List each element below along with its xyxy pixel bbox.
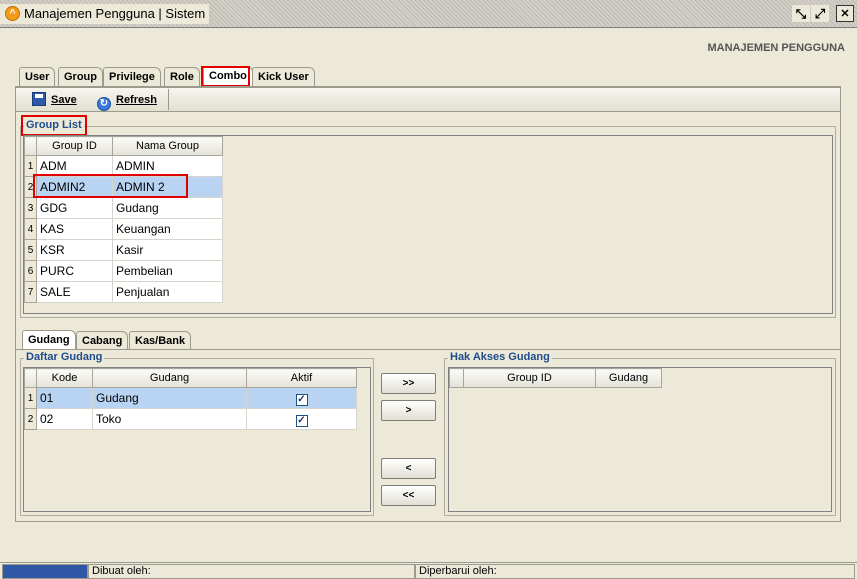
row-number: 1 — [24, 387, 37, 409]
restore-icon[interactable]: ⤡ — [792, 5, 810, 22]
column-header[interactable]: Kode — [36, 368, 93, 388]
daftar-gudang-grid: Kode Gudang Aktif 1 01 Gudang ✓ 2 02 Tok… — [23, 367, 371, 512]
daftar-gudang-title: Daftar Gudang — [24, 351, 105, 363]
page-heading: MANAJEMEN PENGGUNA — [707, 42, 845, 54]
table-row[interactable]: 6 PURC Pembelian — [24, 260, 223, 282]
updated-by-label: Diperbarui oleh: — [415, 564, 855, 579]
group-name-cell[interactable]: Kasir — [112, 239, 223, 261]
kode-cell[interactable]: 02 — [36, 408, 93, 430]
save-icon — [32, 92, 46, 106]
column-header[interactable]: Aktif — [246, 368, 357, 388]
aktif-cell: ✓ — [246, 387, 357, 409]
gudang-table-header: Kode Gudang Aktif — [24, 368, 357, 388]
tab-cabang[interactable]: Cabang — [76, 331, 129, 350]
remove-one-button[interactable]: < — [381, 458, 436, 479]
save-button[interactable]: Save — [32, 90, 77, 110]
group-table: Group ID Nama Group 1 ADM ADMIN 2 ADMIN2… — [24, 136, 223, 303]
tab-group[interactable]: Group — [58, 67, 103, 86]
aktif-checkbox[interactable]: ✓ — [295, 393, 308, 406]
toolbar-separator — [168, 89, 169, 110]
group-list-highlight — [21, 115, 87, 136]
group-id-cell[interactable]: KSR — [36, 239, 113, 261]
tab-privilege[interactable]: Privilege — [103, 67, 161, 86]
table-row[interactable]: 3 GDG Gudang — [24, 197, 223, 219]
tab-gudang[interactable]: Gudang — [22, 330, 76, 350]
column-header[interactable]: Group ID — [36, 136, 113, 156]
hak-akses-table: Group ID Gudang — [449, 368, 662, 388]
tab-user[interactable]: User — [19, 67, 56, 86]
add-one-button[interactable]: > — [381, 400, 436, 421]
group-id-cell[interactable]: KAS — [36, 218, 113, 240]
close-icon[interactable]: ✕ — [836, 5, 854, 22]
row-number: 6 — [24, 260, 37, 282]
row-number-header — [24, 368, 37, 388]
group-id-cell[interactable]: GDG — [36, 197, 113, 219]
table-row[interactable]: 7 SALE Penjualan — [24, 281, 223, 303]
column-header[interactable]: Gudang — [595, 368, 662, 388]
group-id-cell[interactable]: SALE — [36, 281, 113, 303]
aktif-checkbox[interactable]: ✓ — [295, 414, 308, 427]
row-number-header — [449, 368, 464, 388]
row-number: 7 — [24, 281, 37, 303]
row-number: 5 — [24, 239, 37, 261]
column-header[interactable]: Gudang — [92, 368, 247, 388]
hak-akses-grid: Group ID Gudang — [448, 367, 832, 512]
window-title: Manajemen Pengguna | Sistem — [0, 4, 210, 24]
column-header[interactable]: Group ID — [463, 368, 596, 388]
tab-role[interactable]: Role — [164, 67, 200, 86]
remove-all-button[interactable]: << — [381, 485, 436, 506]
created-by-label: Dibuat oleh: — [88, 564, 415, 579]
hak-akses-title: Hak Akses Gudang — [448, 351, 552, 363]
gudang-table: Kode Gudang Aktif 1 01 Gudang ✓ 2 02 Tok… — [24, 368, 357, 430]
table-row[interactable]: 5 KSR Kasir — [24, 239, 223, 261]
group-list-grid: Group ID Nama Group 1 ADM ADMIN 2 ADMIN2… — [23, 135, 833, 314]
row-number: 2 — [24, 408, 37, 430]
table-row[interactable]: 4 KAS Keuangan — [24, 218, 223, 240]
row-number-header — [24, 136, 37, 156]
group-name-cell[interactable]: Pembelian — [112, 260, 223, 282]
group-table-header: Group ID Nama Group — [24, 136, 223, 156]
group-name-cell[interactable]: Keuangan — [112, 218, 223, 240]
kode-cell[interactable]: 01 — [36, 387, 93, 409]
status-progress — [2, 564, 88, 579]
gudang-cell[interactable]: Toko — [92, 408, 247, 430]
status-separator — [0, 562, 857, 563]
group-name-cell[interactable]: Penjualan — [112, 281, 223, 303]
row-number: 3 — [24, 197, 37, 219]
table-row-selected[interactable]: 1 01 Gudang ✓ — [24, 387, 357, 409]
selected-row-highlight — [33, 174, 188, 198]
tab-kick-user[interactable]: Kick User — [252, 67, 315, 86]
combo-tab-highlight — [201, 66, 250, 87]
maximize-icon[interactable]: ⤢ — [811, 5, 829, 22]
sub-tab-line — [16, 349, 840, 350]
table-row[interactable]: 2 02 Toko ✓ — [24, 408, 357, 430]
aktif-cell: ✓ — [246, 408, 357, 430]
tab-kas-bank[interactable]: Kas/Bank — [129, 331, 192, 350]
app-icon: ^ — [5, 6, 20, 21]
refresh-button[interactable]: ↻ Refresh — [97, 90, 157, 111]
gudang-cell[interactable]: Gudang — [92, 387, 247, 409]
group-id-cell[interactable]: PURC — [36, 260, 113, 282]
column-header[interactable]: Nama Group — [112, 136, 223, 156]
add-all-button[interactable]: >> — [381, 373, 436, 394]
row-number: 4 — [24, 218, 37, 240]
refresh-icon: ↻ — [97, 97, 111, 111]
group-name-cell[interactable]: Gudang — [112, 197, 223, 219]
hak-akses-table-header: Group ID Gudang — [449, 368, 662, 388]
